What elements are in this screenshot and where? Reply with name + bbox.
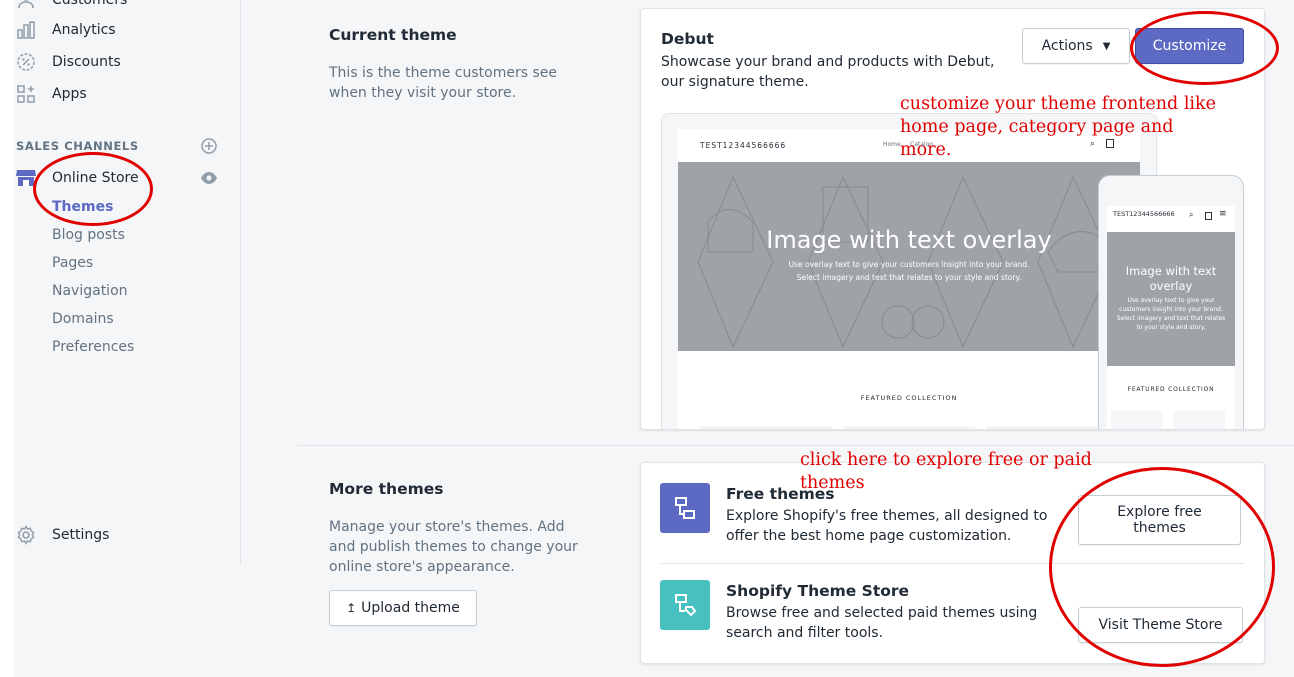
mobile-product bbox=[1111, 411, 1163, 429]
preview-product bbox=[700, 426, 832, 429]
sidebar-item-discounts[interactable]: Discounts bbox=[14, 50, 121, 74]
apps-icon bbox=[14, 82, 38, 106]
add-channel-icon[interactable] bbox=[200, 137, 218, 159]
hero-pattern bbox=[697, 175, 1114, 349]
more-themes-heading: More themes bbox=[329, 480, 444, 498]
discount-icon bbox=[14, 50, 38, 74]
upload-theme-label: Upload theme bbox=[361, 600, 460, 616]
current-theme-heading: Current theme bbox=[329, 26, 457, 44]
more-themes-description: Manage your store's themes. Add and publ… bbox=[329, 519, 578, 575]
current-theme-description: This is the theme customers see when the… bbox=[329, 65, 557, 101]
sidebar: Customers Analytics Discounts Apps SALES… bbox=[14, 0, 241, 565]
mobile-store-name: TEST12344566666 bbox=[1113, 210, 1175, 218]
sidebar-item-blog-posts[interactable]: Blog posts bbox=[52, 227, 125, 243]
theme-store-title: Shopify Theme Store bbox=[726, 582, 910, 600]
sidebar-item-label: Apps bbox=[52, 86, 87, 102]
theme-store-icon bbox=[660, 580, 710, 630]
sidebar-item-label: Settings bbox=[52, 527, 110, 543]
eye-icon[interactable] bbox=[200, 170, 218, 190]
mobile-product bbox=[1173, 411, 1225, 429]
caret-down-icon: ▼ bbox=[1102, 40, 1111, 52]
sidebar-item-label: Discounts bbox=[52, 54, 121, 70]
sidebar-item-pages[interactable]: Pages bbox=[52, 255, 93, 271]
mobile-preview: TEST12344566666 ⌕ ≡ Image with text over… bbox=[1098, 175, 1244, 429]
mobile-bag-icon bbox=[1205, 212, 1212, 220]
preview-product bbox=[843, 426, 975, 429]
sales-channels-heading: SALES CHANNELS bbox=[16, 139, 139, 153]
actions-label: Actions bbox=[1041, 38, 1093, 54]
desktop-preview: TEST12344566666 Home Catalog ⌕ Image wit… bbox=[678, 129, 1140, 429]
mobile-hero-title: Image with text overlay bbox=[1125, 264, 1217, 293]
person-icon bbox=[14, 0, 38, 12]
preview-hero: Image with text overlay Use overlay text… bbox=[678, 162, 1140, 351]
sidebar-item-settings[interactable]: Settings bbox=[14, 523, 109, 547]
mobile-hero: Image with text overlay Use overlay text… bbox=[1107, 232, 1235, 366]
preview-store-name: TEST12344566666 bbox=[700, 141, 787, 150]
mobile-screen: TEST12344566666 ⌕ ≡ Image with text over… bbox=[1107, 206, 1235, 429]
mobile-menu-icon: ≡ bbox=[1219, 209, 1227, 219]
customize-highlight-oval bbox=[1130, 11, 1279, 85]
preview-featured: FEATURED COLLECTION bbox=[860, 394, 958, 402]
sidebar-bottom bbox=[14, 565, 240, 677]
preview-hero-line1: Use overlay text to give your customers … bbox=[788, 260, 1030, 269]
actions-button[interactable]: Actions ▼ bbox=[1022, 28, 1130, 64]
themes-highlight-oval bbox=[1049, 467, 1275, 667]
mobile-search-icon: ⌕ bbox=[1189, 210, 1194, 219]
sidebar-item-customers[interactable]: Customers bbox=[14, 0, 127, 12]
sidebar-item-navigation[interactable]: Navigation bbox=[52, 283, 128, 299]
theme-store-description: Browse free and selected paid themes usi… bbox=[726, 605, 1038, 641]
theme-name: Debut bbox=[661, 30, 714, 48]
sidebar-item-preferences[interactable]: Preferences bbox=[52, 339, 134, 355]
preview-nav-home: Home bbox=[883, 141, 901, 148]
bar-chart-icon bbox=[14, 18, 38, 42]
theme-description: Showcase your brand and products with De… bbox=[661, 54, 995, 90]
sidebar-item-label: Analytics bbox=[52, 22, 116, 38]
section-divider bbox=[298, 445, 1294, 446]
free-themes-icon bbox=[660, 483, 710, 533]
upload-theme-button[interactable]: ↥ Upload theme bbox=[329, 590, 477, 626]
mobile-hero-text: Use overlay text to give your customers … bbox=[1116, 297, 1226, 331]
online-store-highlight-oval bbox=[33, 152, 153, 226]
upload-icon: ↥ bbox=[346, 601, 357, 615]
customize-annotation: customize your theme frontend like home … bbox=[900, 94, 1216, 160]
free-themes-description: Explore Shopify's free themes, all desig… bbox=[726, 508, 1048, 544]
gear-icon bbox=[14, 523, 38, 547]
sidebar-item-domains[interactable]: Domains bbox=[52, 311, 114, 327]
mobile-featured: FEATURED COLLECTION bbox=[1127, 386, 1215, 393]
preview-hero-title: Image with text overlay bbox=[766, 226, 1052, 254]
sidebar-item-analytics[interactable]: Analytics bbox=[14, 18, 116, 42]
sidebar-item-label: Customers bbox=[52, 0, 128, 8]
preview-hero-line2: Select imagery and text that relates to … bbox=[796, 273, 1022, 282]
sidebar-item-apps[interactable]: Apps bbox=[14, 82, 87, 106]
